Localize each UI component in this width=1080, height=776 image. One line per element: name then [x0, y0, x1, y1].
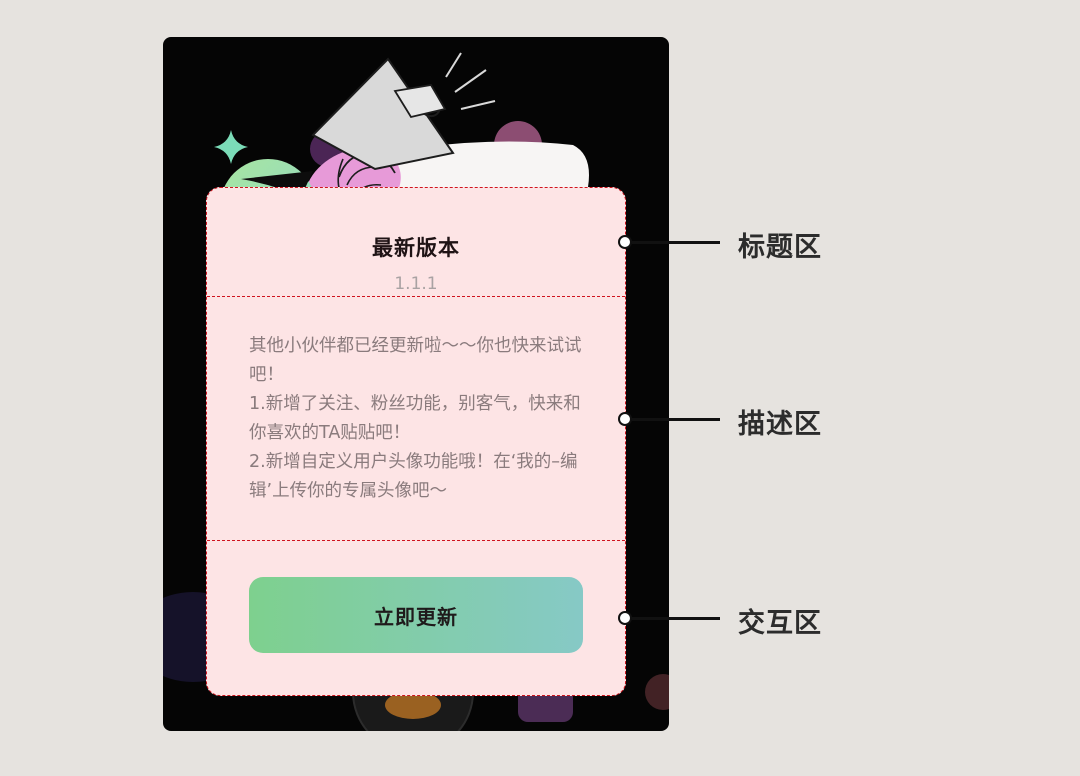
- dialog-title: 最新版本: [372, 236, 460, 260]
- annotation-label-title-area: 标题区: [738, 232, 822, 263]
- title-area-divider: [207, 296, 625, 297]
- annotation-dot: [618, 611, 632, 625]
- annotation-interaction-area: 交互区: [618, 608, 821, 639]
- annotation-label-description-area: 描述区: [738, 409, 822, 440]
- annotation-line: [632, 418, 720, 421]
- annotation-description-area: 描述区: [618, 409, 821, 440]
- annotation-label-interaction-area: 交互区: [738, 608, 822, 639]
- annotation-dot: [618, 412, 632, 426]
- annotation-line: [632, 617, 720, 620]
- update-now-button[interactable]: 立即更新: [249, 577, 583, 653]
- update-dialog: 最新版本 1.1.1 其他小伙伴都已经更新啦～～你也快来试试吧！ 1.新增了关注…: [206, 187, 626, 696]
- version-number: 1.1.1: [394, 274, 438, 294]
- annotation-dot: [618, 235, 632, 249]
- description-area-divider: [207, 540, 625, 541]
- annotation-title-area: 标题区: [618, 232, 821, 263]
- annotation-line: [632, 241, 720, 244]
- description-scroll-area[interactable]: 其他小伙伴都已经更新啦～～你也快来试试吧！ 1.新增了关注、粉丝功能，别客气，快…: [249, 332, 589, 508]
- update-description: 其他小伙伴都已经更新啦～～你也快来试试吧！ 1.新增了关注、粉丝功能，别客气，快…: [249, 336, 582, 501]
- sparkle-icon: [214, 130, 248, 164]
